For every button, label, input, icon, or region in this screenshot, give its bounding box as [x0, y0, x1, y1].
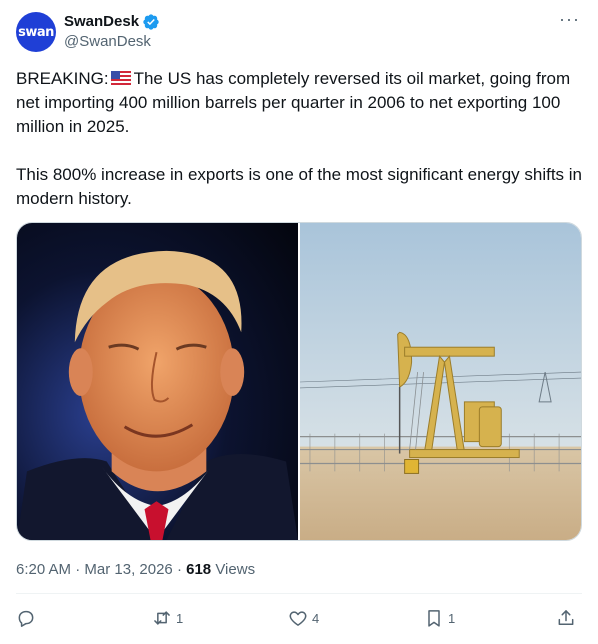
tweet-text: BREAKING: The US has completely reversed… — [16, 67, 586, 211]
media-grid — [16, 222, 582, 541]
breaking-prefix: BREAKING: — [16, 69, 109, 88]
bookmark-button[interactable]: 1 — [424, 608, 455, 628]
share-button[interactable] — [556, 608, 576, 628]
meta-separator: · — [75, 561, 81, 578]
views-count: 618 — [186, 561, 212, 578]
tweet: swan SwanDesk @SwanDesk ··· BREAKING: Th… — [0, 0, 598, 644]
verified-badge-icon — [143, 14, 159, 30]
views-label: Views — [215, 561, 256, 578]
tweet-paragraph-2: This 800% increase in exports is one of … — [16, 165, 583, 208]
reply-button[interactable] — [16, 608, 40, 628]
retweet-button[interactable]: 1 — [152, 608, 183, 628]
bookmark-icon — [428, 610, 440, 627]
oil-pumpjack-photo[interactable] — [300, 223, 581, 540]
like-button[interactable]: 4 — [288, 608, 319, 628]
retweet-icon — [154, 611, 170, 625]
meta-separator: · — [176, 561, 182, 578]
like-count: 4 — [312, 610, 320, 626]
divider — [16, 593, 582, 594]
bookmark-count: 1 — [448, 610, 456, 626]
reply-icon — [18, 610, 34, 627]
avatar-text: swan — [18, 24, 54, 40]
tweet-time[interactable]: 6:20 AM — [16, 561, 71, 578]
author-info: SwanDesk @SwanDesk — [64, 13, 160, 52]
more-icon[interactable]: ··· — [559, 10, 580, 28]
author-name[interactable]: SwanDesk — [64, 13, 139, 31]
share-icon — [558, 610, 574, 625]
heart-icon — [289, 611, 307, 626]
us-flag-icon — [110, 71, 131, 85]
tweet-meta: 6:20 AM · Mar 13, 2026 · 618 Views — [16, 560, 255, 580]
tweet-paragraph-1: BREAKING: The US has completely reversed… — [16, 67, 586, 139]
action-bar: 1 4 1 — [16, 608, 582, 632]
author-handle[interactable]: @SwanDesk — [64, 32, 160, 52]
avatar[interactable]: swan — [16, 12, 56, 52]
name-row: SwanDesk — [64, 13, 160, 31]
retweet-count: 1 — [176, 610, 184, 626]
tweet-date[interactable]: Mar 13, 2026 — [84, 561, 172, 578]
smiling-man-photo[interactable] — [17, 223, 298, 540]
